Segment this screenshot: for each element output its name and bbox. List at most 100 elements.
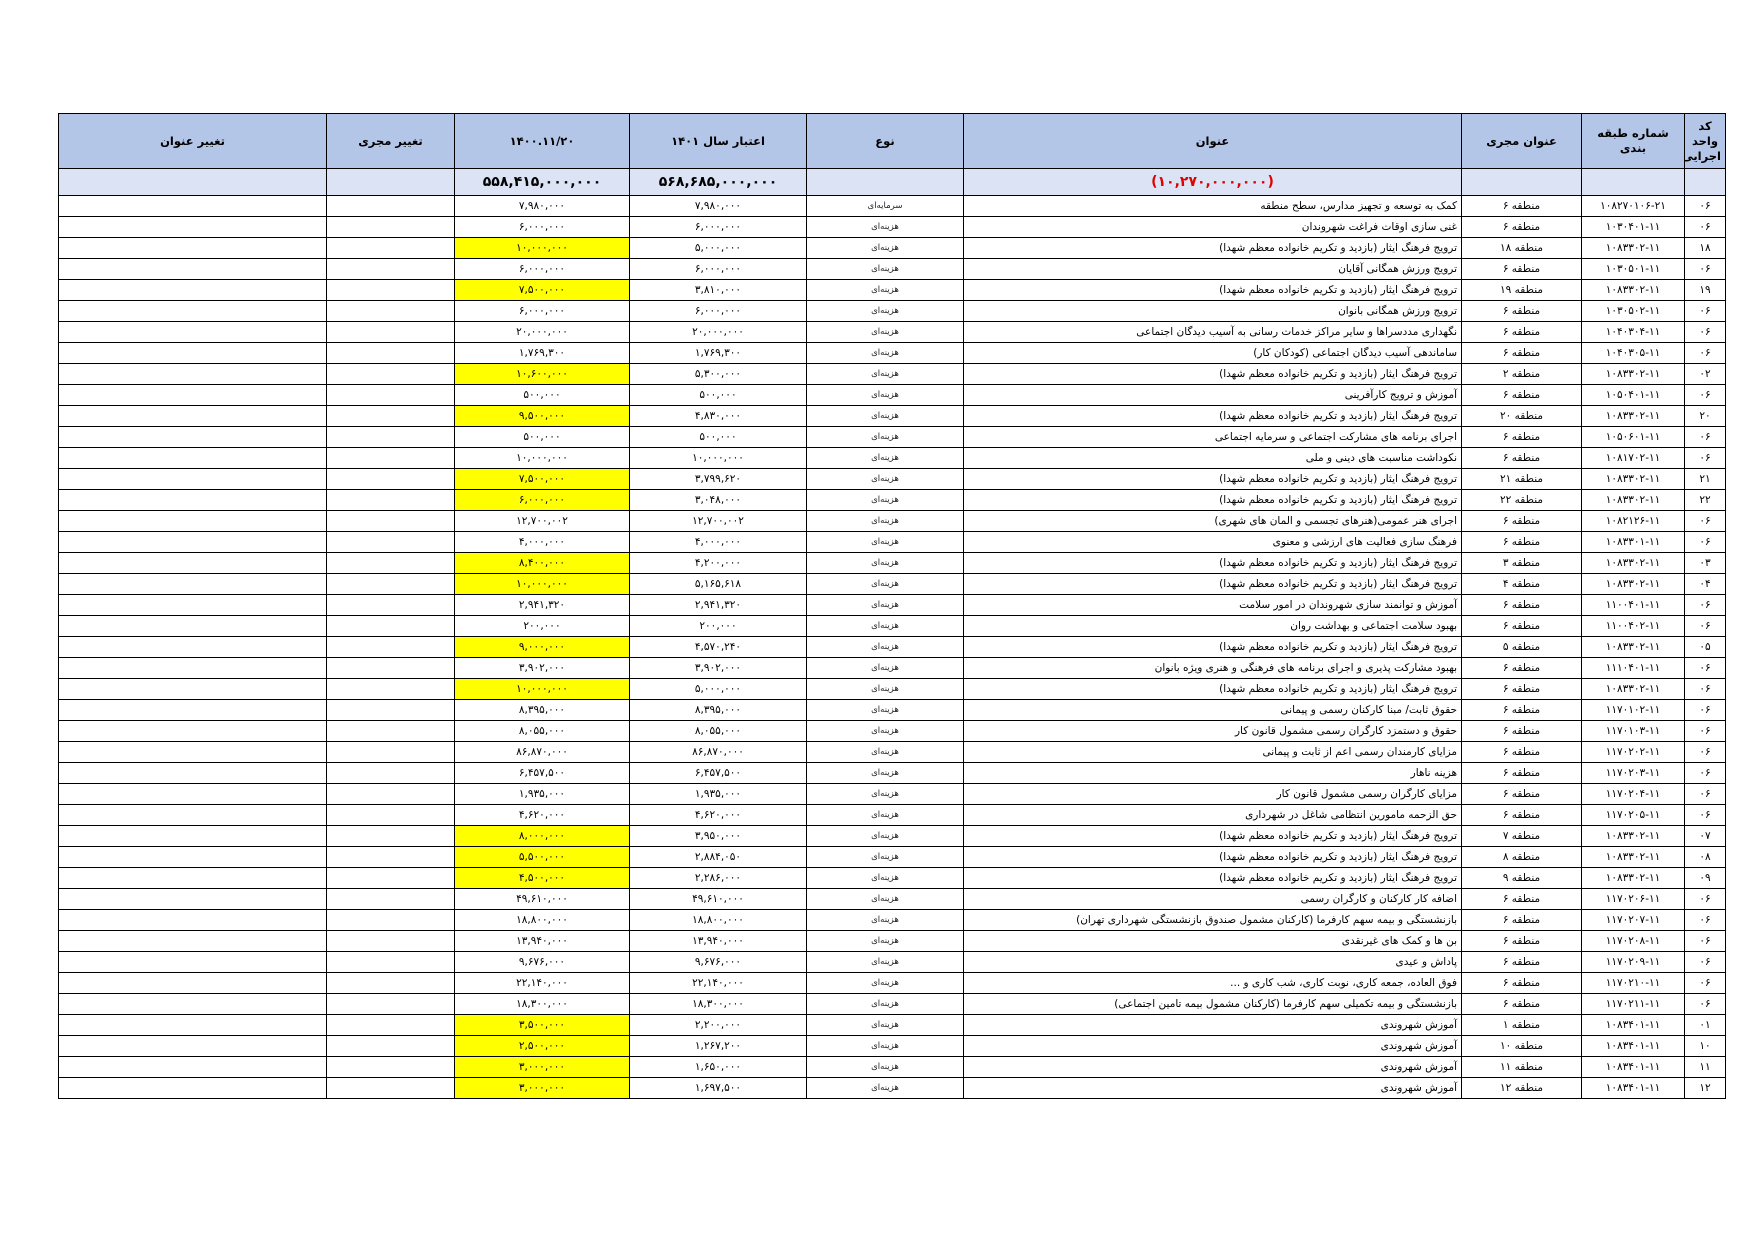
table-row: ۰۶ ۱۱۷۰۲۰۲-۱۱ منطقه ۶ مزایای کارمندان رسمی … — [58, 741, 1726, 763]
cell-title-change — [58, 636, 327, 658]
cell-class-no: ۱۱۷۰۲۰۹-۱۱ — [1581, 951, 1685, 973]
cell-title: ترویج فرهنگ ایثار (بازدید و تکریم خانواد… — [963, 405, 1462, 427]
table-row: ۱۸ ۱۰۸۳۳۰۲-۱۱ منطقه ۱۸ ترویج فرهنگ ایثار (ب… — [58, 237, 1726, 259]
table-row: ۲۱ ۱۰۸۳۳۰۲-۱۱ منطقه ۲۱ ترویج فرهنگ ایثار (ب… — [58, 468, 1726, 490]
table-row: ۰۶ ۱۱۷۰۲۰۶-۱۱ منطقه ۶ اضافه کار کارکنان و ک… — [58, 888, 1726, 910]
cell-type: هزینه‌ای — [806, 300, 964, 322]
cell-budget: ۵۰۰,۰۰۰ — [629, 426, 807, 448]
cell-exec-change — [326, 237, 455, 259]
cell-exec-change — [326, 888, 455, 910]
cell-title: ترویج فرهنگ ایثار (بازدید و تکریم خانواد… — [963, 237, 1462, 259]
cell-code: ۱۲ — [1684, 1077, 1726, 1099]
cell-type: هزینه‌ای — [806, 468, 964, 490]
cell-date: ۴,۶۲۰,۰۰۰ — [454, 804, 630, 826]
table-row: ۱۲ ۱۰۸۳۴۰۱-۱۱ منطقه ۱۲ آموزش شهروندی هزینه‌ا… — [58, 1077, 1726, 1099]
cell-code: ۰۶ — [1684, 531, 1726, 553]
table-row: ۰۶ ۱۰۸۲۱۲۶-۱۱ منطقه ۶ اجرای هنر عمومی(هنرها… — [58, 510, 1726, 532]
cell-title-change — [58, 195, 327, 217]
cell-code: ۰۶ — [1684, 909, 1726, 931]
cell-executor: منطقه ۶ — [1461, 720, 1582, 742]
cell-title-change — [58, 447, 327, 469]
cell-title-change — [58, 594, 327, 616]
cell-executor: منطقه ۶ — [1461, 384, 1582, 406]
cell-type: هزینه‌ای — [806, 342, 964, 364]
cell-date: ۱۳,۹۴۰,۰۰۰ — [454, 930, 630, 952]
cell-title: ترویج فرهنگ ایثار (بازدید و تکریم خانواد… — [963, 468, 1462, 490]
cell-class-no: ۱۱۷۰۲۰۶-۱۱ — [1581, 888, 1685, 910]
cell-title-change — [58, 237, 327, 259]
cell-date: ۱,۷۶۹,۳۰۰ — [454, 342, 630, 364]
cell-date: ۲۰,۰۰۰,۰۰۰ — [454, 321, 630, 343]
cell-code: ۰۶ — [1684, 510, 1726, 532]
cell-title-change — [58, 468, 327, 490]
header-date: ۱۴۰۰.۱۱/۲۰ — [454, 113, 630, 169]
table-row: ۰۵ ۱۰۸۳۳۰۲-۱۱ منطقه ۵ ترویج فرهنگ ایثار (با… — [58, 636, 1726, 658]
cell-code: ۰۸ — [1684, 846, 1726, 868]
cell-exec-change — [326, 678, 455, 700]
cell-title-change — [58, 531, 327, 553]
totals-row: (۱۰,۲۷۰,۰۰۰,۰۰۰) ۵۶۸,۶۸۵,۰۰۰,۰۰۰ ۵۵۸,۴۱۵… — [58, 168, 1726, 196]
cell-title: بازنشستگی و بیمه تکمیلی سهم کارفرما (کار… — [963, 993, 1462, 1015]
cell-exec-change — [326, 195, 455, 217]
cell-date: ۶,۰۰۰,۰۰۰ — [454, 300, 630, 322]
cell-executor: منطقه ۶ — [1461, 615, 1582, 637]
table-row: ۰۱ ۱۰۸۳۴۰۱-۱۱ منطقه ۱ آموزش شهروندی هزینه‌ای… — [58, 1014, 1726, 1036]
cell-date: ۶,۴۵۷,۵۰۰ — [454, 762, 630, 784]
cell-class-no: ۱۰۸۳۳۰۲-۱۱ — [1581, 846, 1685, 868]
table-row: ۰۴ ۱۰۸۳۳۰۲-۱۱ منطقه ۴ ترویج فرهنگ ایثار (با… — [58, 573, 1726, 595]
header-class-no: شماره طبقه بندی — [1581, 113, 1685, 169]
header-type: نوع — [806, 113, 964, 169]
cell-code: ۱۰ — [1684, 1035, 1726, 1057]
cell-title-change — [58, 699, 327, 721]
cell-type: هزینه‌ای — [806, 216, 964, 238]
cell-title-change — [58, 1077, 327, 1099]
cell-exec-change — [326, 930, 455, 952]
cell-exec-change — [326, 951, 455, 973]
table-row: ۰۶ ۱۱۷۰۲۱۱-۱۱ منطقه ۶ بازنشستگی و بیمه تکمی… — [58, 993, 1726, 1015]
cell-exec-change — [326, 909, 455, 931]
cell-budget: ۲,۹۴۱,۳۲۰ — [629, 594, 807, 616]
table-row: ۰۶ ۱۰۵۰۶۰۱-۱۱ منطقه ۶ اجرای برنامه های مشار… — [58, 426, 1726, 448]
cell-date: ۲۲,۱۴۰,۰۰۰ — [454, 972, 630, 994]
cell-title: آموزش شهروندی — [963, 1056, 1462, 1078]
cell-code: ۰۶ — [1684, 993, 1726, 1015]
cell-type: هزینه‌ای — [806, 405, 964, 427]
cell-code: ۰۶ — [1684, 594, 1726, 616]
cell-title: هزینه ناهار — [963, 762, 1462, 784]
cell-executor: منطقه ۶ — [1461, 804, 1582, 826]
cell-exec-change — [326, 510, 455, 532]
cell-title-change — [58, 1056, 327, 1078]
cell-date: ۶,۰۰۰,۰۰۰ — [454, 216, 630, 238]
cell-code: ۰۵ — [1684, 636, 1726, 658]
cell-code: ۰۶ — [1684, 615, 1726, 637]
cell-executor: منطقه ۳ — [1461, 552, 1582, 574]
cell-title: کمک به توسعه و تجهیز مدارس، سطح منطقه — [963, 195, 1462, 217]
totals-code — [1684, 168, 1726, 196]
cell-title: حقوق و دستمزد کارگران رسمی مشمول قانون ک… — [963, 720, 1462, 742]
cell-executor: منطقه ۶ — [1461, 258, 1582, 280]
cell-executor: منطقه ۱۱ — [1461, 1056, 1582, 1078]
cell-budget: ۱۸,۸۰۰,۰۰۰ — [629, 909, 807, 931]
table-row: ۰۶ ۱۱۷۰۲۰۹-۱۱ منطقه ۶ پاداش و عیدی هزینه‌ای ۹… — [58, 951, 1726, 973]
cell-code: ۰۶ — [1684, 804, 1726, 826]
cell-class-no: ۱۱۷۰۲۰۴-۱۱ — [1581, 783, 1685, 805]
table-row: ۰۲ ۱۰۸۳۳۰۲-۱۱ منطقه ۲ ترویج فرهنگ ایثار (با… — [58, 363, 1726, 385]
cell-class-no: ۱۰۳۰۴۰۱-۱۱ — [1581, 216, 1685, 238]
cell-title-change — [58, 867, 327, 889]
cell-class-no: ۱۰۸۳۳۰۲-۱۱ — [1581, 468, 1685, 490]
table-row: ۰۶ ۱۱۷۰۲۰۷-۱۱ منطقه ۶ بازنشستگی و بیمه سهم … — [58, 909, 1726, 931]
header-executor: عنوان مجری — [1461, 113, 1582, 169]
totals-executor — [1461, 168, 1582, 196]
cell-class-no: ۱۰۸۳۳۰۲-۱۱ — [1581, 573, 1685, 595]
cell-code: ۰۶ — [1684, 321, 1726, 343]
cell-class-no: ۱۱۷۰۲۱۰-۱۱ — [1581, 972, 1685, 994]
cell-budget: ۴,۰۰۰,۰۰۰ — [629, 531, 807, 553]
budget-table: کد واحد اجرایی شماره طبقه بندی عنوان مجر… — [58, 113, 1726, 1099]
cell-type: هزینه‌ای — [806, 930, 964, 952]
cell-executor: منطقه ۵ — [1461, 636, 1582, 658]
cell-executor: منطقه ۴ — [1461, 573, 1582, 595]
cell-title: مزایای کارگران رسمی مشمول قانون کار — [963, 783, 1462, 805]
cell-executor: منطقه ۱۲ — [1461, 1077, 1582, 1099]
cell-code: ۰۶ — [1684, 258, 1726, 280]
cell-title: ترویج ورزش همگانی بانوان — [963, 300, 1462, 322]
